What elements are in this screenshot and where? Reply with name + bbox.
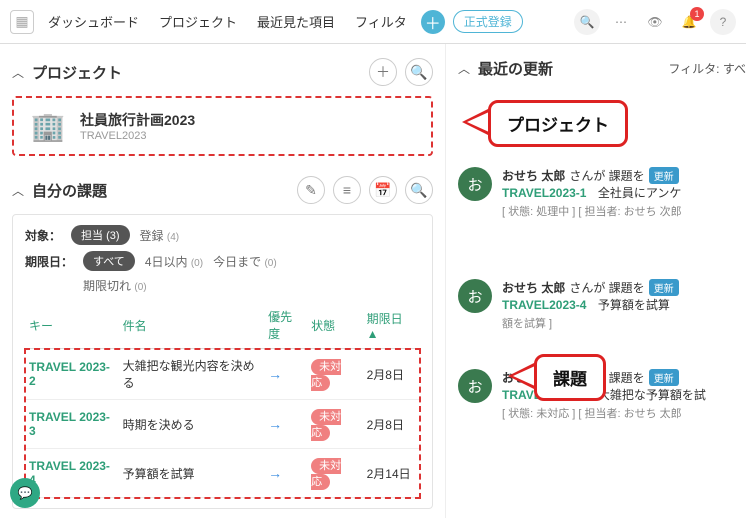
bell-icon[interactable]: 🔔1 <box>676 9 702 35</box>
callout-project: プロジェクト <box>488 100 628 147</box>
search-tasks-button[interactable]: 🔍 <box>405 176 433 204</box>
update-badge: 更新 <box>649 279 679 296</box>
nav-recent[interactable]: 最近見た項目 <box>251 8 341 35</box>
tasks-table: キー 件名 優先度 状態 期限日 ▲ TRAVEL 2023-2 大雑把な観光内… <box>25 302 420 498</box>
filter-all-pill[interactable]: すべて <box>83 251 135 271</box>
priority-icon: → <box>268 465 282 481</box>
task-tool2-button[interactable]: ≡ <box>333 176 361 204</box>
avatar: お <box>458 279 492 313</box>
recent-heading: 最近の更新 <box>478 58 660 79</box>
status-badge: 未対応 <box>311 409 341 441</box>
issue-subject: 時期を決める <box>119 400 265 449</box>
recent-filter-label[interactable]: フィルタ: すべ <box>668 60 746 77</box>
filter-overdue-option[interactable]: 期限切れ (0) <box>83 277 147 294</box>
issue-key[interactable]: TRAVEL 2023-4 <box>29 459 110 487</box>
table-row[interactable]: TRAVEL 2023-4 予算額を試算 → 未対応 2月14日 <box>25 449 420 498</box>
recent-section-head: ︿ 最近の更新 フィルタ: すべ <box>458 58 746 79</box>
filter-created-option[interactable]: 登録 (4) <box>140 227 180 244</box>
filter-assigned-pill[interactable]: 担当 (3) <box>71 225 130 245</box>
project-name: 社員旅行計画2023 <box>80 110 195 130</box>
issue-subject: 予算額を試算 <box>119 449 265 498</box>
table-row[interactable]: TRAVEL 2023-3 時期を決める → 未対応 2月8日 <box>25 400 420 449</box>
my-tasks-heading: 自分の課題 <box>32 180 289 201</box>
update-meta: [ 状態: 未対応 ] [ 担当者: おせち 太郎 <box>502 405 738 421</box>
help-icon[interactable]: ? <box>710 9 736 35</box>
logo-icon[interactable]: ▦ <box>10 10 34 34</box>
top-nav: ▦ ダッシュボード プロジェクト 最近見た項目 フィルタ ＋ 正式登録 🔍 ⋯ … <box>0 0 746 44</box>
projects-section-head: ︿ プロジェクト ＋ 🔍 <box>12 58 433 86</box>
avatar: お <box>458 167 492 201</box>
building-icon: 🏢 <box>28 108 68 144</box>
issue-key[interactable]: TRAVEL 2023-2 <box>29 360 110 388</box>
status-badge: 未対応 <box>311 458 341 490</box>
chevron-up-icon[interactable]: ︿ <box>12 64 24 81</box>
callout-issue: 課題 <box>534 354 606 401</box>
tasks-section-head: ︿ 自分の課題 ✎ ≡ 📅 🔍 <box>12 176 433 204</box>
update-badge: 更新 <box>649 167 679 184</box>
issue-key[interactable]: TRAVEL 2023-3 <box>29 410 110 438</box>
register-button[interactable]: 正式登録 <box>453 10 523 33</box>
due-date: 2月8日 <box>363 400 420 449</box>
nav-filter[interactable]: フィルタ <box>349 8 413 35</box>
col-subject[interactable]: 件名 <box>119 302 265 349</box>
project-card[interactable]: 🏢 社員旅行計画2023 TRAVEL2023 <box>12 96 433 156</box>
avatar: お <box>458 369 492 403</box>
filter-target-label: 対象： <box>25 227 61 244</box>
update-key[interactable]: TRAVEL2023-4 <box>502 298 586 312</box>
chevron-up-icon[interactable]: ︿ <box>458 60 470 77</box>
due-date: 2月8日 <box>363 349 420 400</box>
col-key[interactable]: キー <box>25 302 119 349</box>
col-due[interactable]: 期限日 ▲ <box>363 302 420 349</box>
col-priority[interactable]: 優先度 <box>264 302 307 349</box>
chevron-up-icon[interactable]: ︿ <box>12 182 24 199</box>
add-button[interactable]: ＋ <box>421 10 445 34</box>
priority-icon: → <box>268 366 282 382</box>
chat-fab[interactable]: 💬 <box>10 478 40 508</box>
search-icon[interactable]: 🔍 <box>574 9 600 35</box>
calendar-icon[interactable]: 📅 <box>369 176 397 204</box>
nav-projects[interactable]: プロジェクト <box>153 8 243 35</box>
projects-heading: プロジェクト <box>32 62 361 83</box>
more-icon[interactable]: ⋯ <box>608 9 634 35</box>
update-item[interactable]: お おせち 太郎 さんが 課題を 更新 TRAVEL2023-1 全社員にアンケ… <box>458 159 746 231</box>
table-row[interactable]: TRAVEL 2023-2 大雑把な観光内容を決める → 未対応 2月8日 <box>25 349 420 400</box>
update-meta: 額を試算 ] <box>502 315 738 331</box>
col-status[interactable]: 状態 <box>307 302 363 349</box>
task-tool1-button[interactable]: ✎ <box>297 176 325 204</box>
callout-arrow-icon <box>462 108 490 136</box>
due-date: 2月14日 <box>363 449 420 498</box>
tasks-panel: 対象： 担当 (3) 登録 (4) 期限日： すべて 4日以内 (0) 今日まで… <box>12 214 433 509</box>
priority-icon: → <box>268 416 282 432</box>
project-key: TRAVEL2023 <box>80 130 195 142</box>
update-meta: [ 状態: 処理中 ] [ 担当者: おせち 次郎 <box>502 203 738 219</box>
update-item[interactable]: お おせち 太郎 さんが 課題を 更新 TRAVEL2023-4 予算額を試算 … <box>458 271 746 343</box>
update-badge: 更新 <box>649 369 679 386</box>
callout-arrow-icon <box>508 362 536 390</box>
update-key[interactable]: TRAVEL2023-1 <box>502 186 586 200</box>
notif-badge: 1 <box>690 7 704 21</box>
nav-dashboard[interactable]: ダッシュボード <box>42 8 145 35</box>
filter-4days-option[interactable]: 4日以内 (0) <box>145 253 203 270</box>
add-project-button[interactable]: ＋ <box>369 58 397 86</box>
filter-today-option[interactable]: 今日まで (0) <box>213 253 277 270</box>
issue-subject: 大雑把な観光内容を決める <box>119 349 265 400</box>
search-project-button[interactable]: 🔍 <box>405 58 433 86</box>
eye-icon[interactable]: 👁 <box>642 9 668 35</box>
status-badge: 未対応 <box>311 359 341 391</box>
filter-due-label: 期限日： <box>25 253 73 270</box>
